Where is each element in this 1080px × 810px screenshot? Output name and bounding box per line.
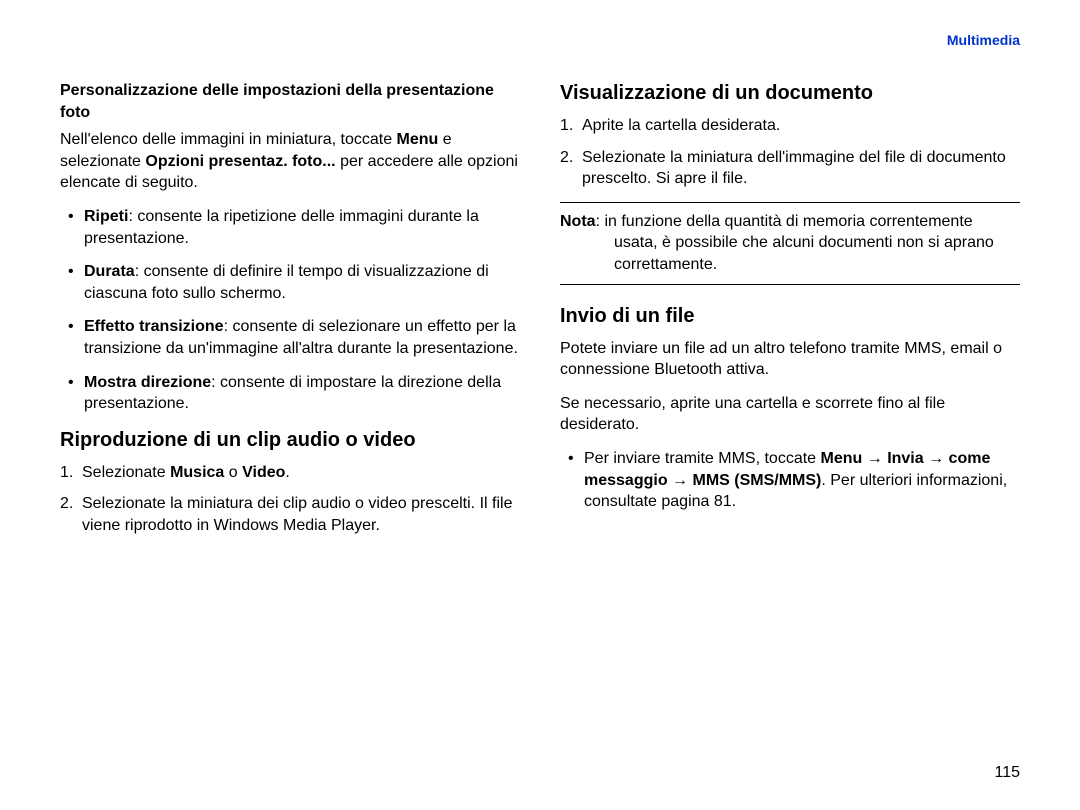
- arrow-icon: →: [668, 472, 693, 489]
- text: Per inviare tramite MMS, toccate: [584, 450, 821, 467]
- text-bold: Menu: [821, 450, 863, 467]
- text: Aprite la cartella desiderata.: [582, 117, 780, 134]
- subheading-customize: Personalizzazione delle impostazioni del…: [60, 80, 520, 123]
- options-list: Ripeti: consente la ripetizione delle im…: [60, 206, 520, 415]
- send-options-list: Per inviare tramite MMS, toccate Menu → …: [560, 448, 1020, 513]
- text-bold: Invia: [887, 450, 923, 467]
- note-label: Nota: [560, 213, 596, 230]
- text: o: [224, 464, 242, 481]
- text-bold: Video: [242, 464, 285, 481]
- text: Nell'elenco delle immagini in miniatura,…: [60, 131, 397, 148]
- option-name: Mostra direzione: [84, 374, 211, 391]
- page-number: 115: [994, 764, 1020, 782]
- heading-view-doc: Visualizzazione di un documento: [560, 80, 1020, 107]
- list-item: Per inviare tramite MMS, toccate Menu → …: [560, 448, 1020, 513]
- step-number: 1.: [60, 462, 73, 484]
- option-desc: : consente la ripetizione delle immagini…: [84, 208, 479, 247]
- send-file-intro: Potete inviare un file ad un altro telef…: [560, 338, 1020, 381]
- right-column: Visualizzazione di un documento 1. Aprite…: [560, 80, 1020, 549]
- text: .: [285, 464, 289, 481]
- heading-playback: Riproduzione di un clip audio o video: [60, 427, 520, 454]
- list-item: Effetto transizione: consente di selezio…: [60, 316, 520, 359]
- text-bold: Opzioni presentaz. foto...: [145, 153, 335, 170]
- text: Selezionate la miniatura dei clip audio …: [82, 495, 512, 534]
- section-header: Multimedia: [947, 32, 1020, 48]
- option-name: Effetto transizione: [84, 318, 224, 335]
- list-item: 2. Selezionate la miniatura dei clip audi…: [60, 493, 520, 536]
- send-file-instruction: Se necessario, aprite una cartella e sco…: [560, 393, 1020, 436]
- heading-send-file: Invio di un file: [560, 303, 1020, 330]
- arrow-icon: →: [924, 450, 949, 467]
- option-name: Ripeti: [84, 208, 128, 225]
- step-number: 1.: [560, 115, 573, 137]
- option-desc: : consente di definire il tempo di visua…: [84, 263, 489, 302]
- text-bold: Musica: [170, 464, 224, 481]
- step-number: 2.: [560, 147, 573, 169]
- option-name: Durata: [84, 263, 135, 280]
- playback-steps: 1. Selezionate Musica o Video. 2. Selezion…: [60, 462, 520, 537]
- list-item: Mostra direzione: consente di impostare …: [60, 372, 520, 415]
- list-item: Ripeti: consente la ripetizione delle im…: [60, 206, 520, 249]
- list-item: Durata: consente di definire il tempo di…: [60, 261, 520, 304]
- view-doc-steps: 1. Aprite la cartella desiderata. 2. Selez…: [560, 115, 1020, 190]
- intro-paragraph: Nell'elenco delle immagini in miniatura,…: [60, 129, 520, 194]
- left-column: Personalizzazione delle impostazioni del…: [60, 80, 520, 549]
- text: Selezionate la miniatura dell'immagine d…: [582, 149, 1006, 188]
- list-item: 1. Aprite la cartella desiderata.: [560, 115, 1020, 137]
- text-bold: MMS (SMS/MMS): [692, 472, 821, 489]
- text-bold: Menu: [397, 131, 439, 148]
- note-block: Nota: in funzione della quantità di memo…: [560, 202, 1020, 285]
- arrow-icon: →: [862, 450, 887, 467]
- list-item: 1. Selezionate Musica o Video.: [60, 462, 520, 484]
- two-column-layout: Personalizzazione delle impostazioni del…: [60, 80, 1020, 549]
- note-body: Nota: in funzione della quantità di memo…: [560, 211, 1020, 276]
- text: Selezionate: [82, 464, 170, 481]
- list-item: 2. Selezionate la miniatura dell'immagine…: [560, 147, 1020, 190]
- note-text: : in funzione della quantità di memoria …: [596, 213, 994, 273]
- step-number: 2.: [60, 493, 73, 515]
